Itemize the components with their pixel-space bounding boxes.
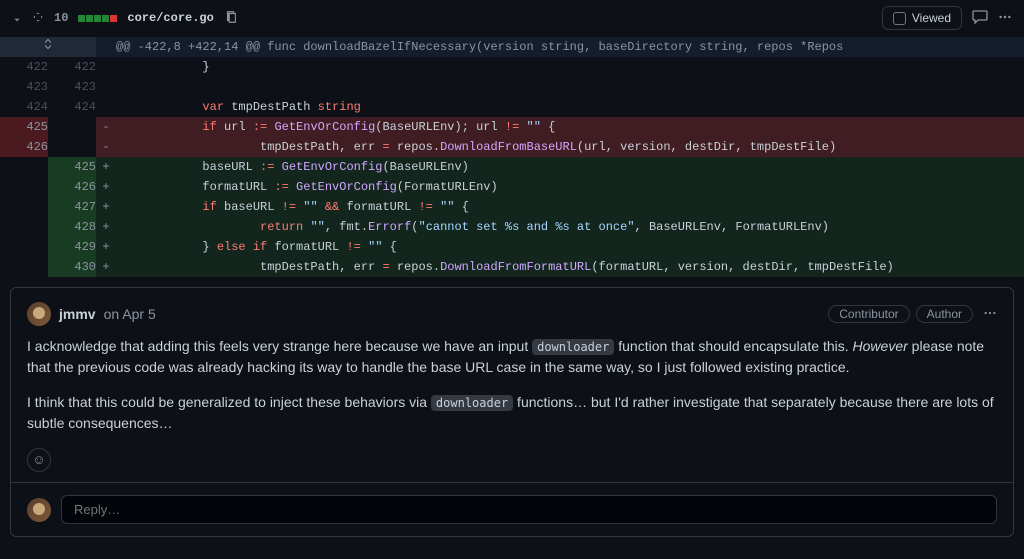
line-number-old[interactable]: [0, 157, 48, 177]
line-number-new[interactable]: 430: [48, 257, 96, 277]
diff-line[interactable]: 429+ } else if formatURL != "" {: [0, 237, 1024, 257]
inline-code: downloader: [532, 339, 614, 355]
comment-text: I think that this could be generalized t…: [27, 394, 431, 410]
code-cell: if baseURL != "" && formatURL != "" {: [116, 197, 1024, 217]
line-number-old[interactable]: [0, 197, 48, 217]
comment-date[interactable]: on Apr 5: [104, 306, 156, 322]
line-number-new[interactable]: 426: [48, 177, 96, 197]
inline-code: downloader: [431, 395, 513, 411]
line-number-new[interactable]: 429: [48, 237, 96, 257]
add-reaction-button[interactable]: ☺: [27, 448, 51, 472]
badge-author: Author: [916, 305, 973, 323]
badge-contributor: Contributor: [828, 305, 909, 323]
line-number-old[interactable]: [0, 177, 48, 197]
line-number-old[interactable]: [0, 257, 48, 277]
code-cell: } else if formatURL != "" {: [116, 237, 1024, 257]
diff-line[interactable]: 423423: [0, 77, 1024, 97]
line-number-new[interactable]: [48, 117, 96, 137]
diff-line[interactable]: 427+ if baseURL != "" && formatURL != ""…: [0, 197, 1024, 217]
code-cell: tmpDestPath, err = repos.DownloadFromFor…: [116, 257, 1024, 277]
diff-line[interactable]: 425 - if url := GetEnvOrConfig(BaseURLEnv…: [0, 117, 1024, 137]
expand-icon[interactable]: [0, 37, 96, 57]
diff-marker: -: [96, 117, 116, 137]
code-cell: }: [116, 57, 1024, 77]
line-number-new[interactable]: 423: [48, 77, 96, 97]
diff-marker: +: [96, 157, 116, 177]
hunk-header-text: @@ -422,8 +422,14 @@ func downloadBazelI…: [116, 37, 1024, 57]
avatar[interactable]: [27, 302, 51, 326]
line-number-new[interactable]: 425: [48, 157, 96, 177]
file-header: 10 core/core.go Viewed: [0, 0, 1024, 37]
diff-marker: +: [96, 177, 116, 197]
diff-marker: -: [96, 137, 116, 157]
diff-marker: +: [96, 217, 116, 237]
diff-line[interactable]: 425+ baseURL := GetEnvOrConfig(BaseURLEn…: [0, 157, 1024, 177]
line-number-old[interactable]: 426: [0, 137, 48, 157]
kebab-icon[interactable]: [983, 306, 997, 323]
comment-icon[interactable]: [972, 9, 988, 28]
code-cell: tmpDestPath, err = repos.DownloadFromBas…: [116, 137, 1024, 157]
diff-line[interactable]: 426 - tmpDestPath, err = repos.DownloadFr…: [0, 137, 1024, 157]
file-path[interactable]: core/core.go: [127, 11, 213, 25]
line-number-old[interactable]: 423: [0, 77, 48, 97]
comment-text: function that should encapsulate this.: [614, 338, 852, 354]
diff-marker: +: [96, 197, 116, 217]
chevron-down-icon[interactable]: [12, 13, 22, 23]
checkbox-icon: [893, 12, 906, 25]
code-cell: if url := GetEnvOrConfig(BaseURLEnv); ur…: [116, 117, 1024, 137]
diff-stat-bar: [78, 15, 117, 22]
diff-marker: [96, 97, 116, 117]
diff-line[interactable]: 428+ return "", fmt.Errorf("cannot set %…: [0, 217, 1024, 237]
reply-input[interactable]: [61, 495, 997, 524]
diff-marker: [96, 57, 116, 77]
diff-marker: [96, 77, 116, 97]
diff-line[interactable]: 430+ tmpDestPath, err = repos.DownloadFr…: [0, 257, 1024, 277]
line-number-old[interactable]: 425: [0, 117, 48, 137]
expand-all-icon[interactable]: [32, 11, 44, 26]
hunk-header-row: @@ -422,8 +422,14 @@ func downloadBazelI…: [0, 37, 1024, 57]
diff-line[interactable]: 422422 }: [0, 57, 1024, 77]
line-number-new[interactable]: 422: [48, 57, 96, 77]
diff-marker: +: [96, 237, 116, 257]
avatar[interactable]: [27, 498, 51, 522]
line-number-new[interactable]: 427: [48, 197, 96, 217]
code-cell: return "", fmt.Errorf("cannot set %s and…: [116, 217, 1024, 237]
comment-emphasis: However: [853, 338, 908, 354]
diff-line[interactable]: 426+ formatURL := GetEnvOrConfig(FormatU…: [0, 177, 1024, 197]
code-cell: formatURL := GetEnvOrConfig(FormatURLEnv…: [116, 177, 1024, 197]
diff-count: 10: [54, 11, 68, 25]
diff-line[interactable]: 424424 var tmpDestPath string: [0, 97, 1024, 117]
comment-text: I acknowledge that adding this feels ver…: [27, 338, 532, 354]
line-number-old[interactable]: 422: [0, 57, 48, 77]
diff-marker: +: [96, 257, 116, 277]
comment-author[interactable]: jmmv: [59, 306, 96, 322]
line-number-new[interactable]: 428: [48, 217, 96, 237]
copy-path-icon[interactable]: [224, 10, 238, 27]
line-number-old[interactable]: 424: [0, 97, 48, 117]
code-cell: baseURL := GetEnvOrConfig(BaseURLEnv): [116, 157, 1024, 177]
line-number-old[interactable]: [0, 217, 48, 237]
code-cell: [116, 77, 1024, 97]
line-number-new[interactable]: 424: [48, 97, 96, 117]
diff-table: @@ -422,8 +422,14 @@ func downloadBazelI…: [0, 37, 1024, 277]
code-cell: var tmpDestPath string: [116, 97, 1024, 117]
viewed-label: Viewed: [912, 11, 951, 25]
kebab-icon[interactable]: [998, 10, 1012, 27]
comment-body: I acknowledge that adding this feels ver…: [27, 336, 997, 472]
line-number-old[interactable]: [0, 237, 48, 257]
review-comment: jmmv on Apr 5 Contributor Author I ackno…: [10, 287, 1014, 537]
viewed-toggle[interactable]: Viewed: [882, 6, 962, 30]
line-number-new[interactable]: [48, 137, 96, 157]
